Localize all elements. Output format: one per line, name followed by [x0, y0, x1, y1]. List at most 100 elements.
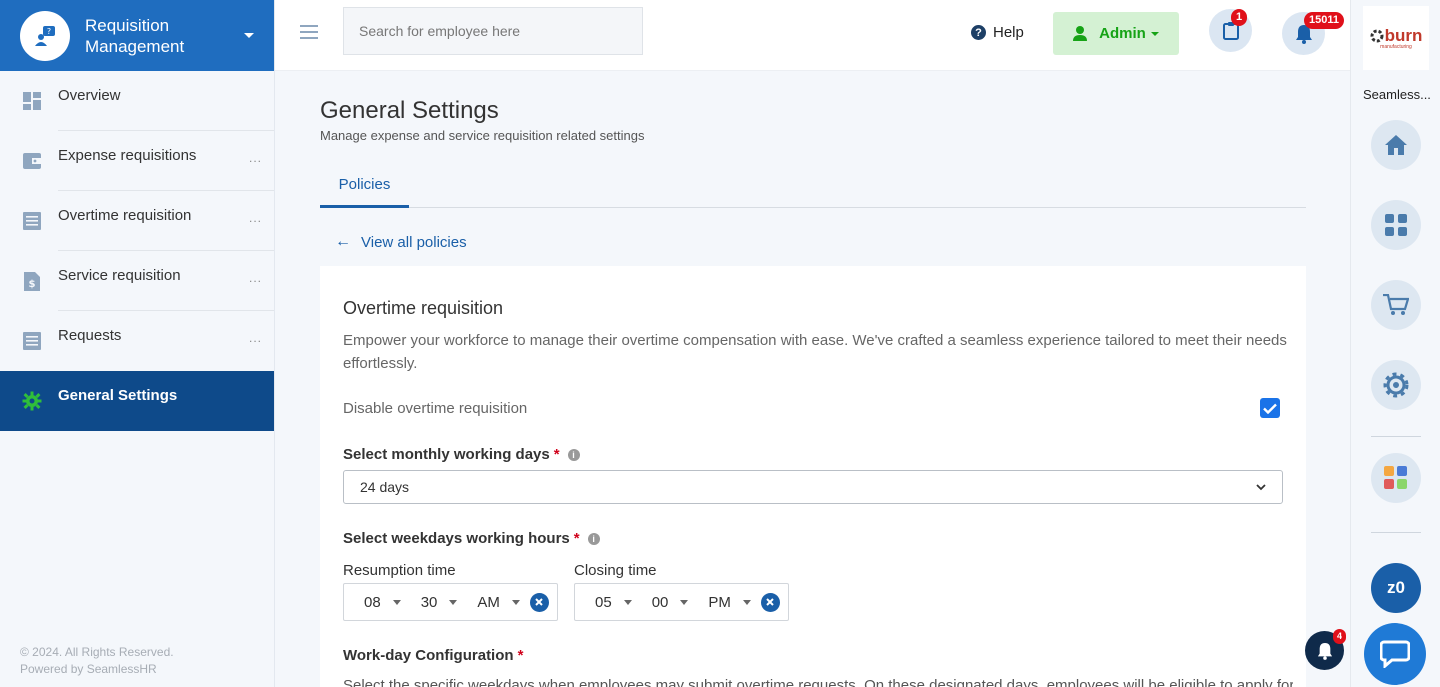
chat-button[interactable] — [1364, 623, 1426, 685]
gear-icon — [1383, 372, 1409, 398]
list-icon — [22, 211, 42, 231]
working-days-label: Select monthly working days * i — [343, 446, 580, 463]
caret-down-icon — [680, 599, 689, 605]
required-asterisk: * — [517, 647, 524, 664]
z0-assistant-button[interactable]: z0 — [1371, 563, 1421, 613]
caret-down-icon — [742, 599, 751, 605]
sidebar: ? Requisition Management Overview Expens… — [0, 0, 275, 687]
cart-icon — [1383, 294, 1409, 315]
working-days-label-text: Select monthly working days — [343, 446, 550, 463]
clipboard-badge: 1 — [1231, 9, 1248, 26]
close-icon — [535, 598, 544, 606]
module-switcher[interactable]: ? Requisition Management — [0, 0, 274, 71]
chevron-down-icon — [1256, 483, 1266, 490]
apps-button[interactable] — [1371, 200, 1421, 250]
sidebar-item-label: Expense requisitions — [58, 147, 197, 164]
more-icon[interactable]: ... — [249, 271, 262, 285]
required-asterisk: * — [573, 530, 580, 547]
settings-button[interactable] — [1371, 360, 1421, 410]
sidebar-item-label: Requests — [58, 327, 122, 344]
dashboard-icon — [22, 91, 42, 111]
hour-value: 05 — [595, 593, 612, 611]
sidebar-item-overtime-requisition[interactable]: Overtime requisition ... — [0, 191, 274, 251]
divider — [1371, 436, 1421, 437]
workday-config-description: Select the specific weekdays when employ… — [343, 677, 1293, 687]
chat-bubble-icon — [1380, 640, 1410, 668]
sidebar-item-service-requisition[interactable]: $ Service requisition ... — [0, 251, 274, 311]
bell-icon — [1317, 642, 1332, 660]
admin-role-dropdown[interactable]: Admin — [1053, 12, 1179, 55]
footer: © 2024. All Rights Reserved. Powered by … — [20, 644, 174, 678]
card-title: Overtime requisition — [343, 298, 504, 318]
sidebar-item-requests[interactable]: Requests ... — [0, 311, 274, 371]
resumption-ampm-select[interactable]: AM — [477, 594, 520, 611]
info-icon[interactable]: i — [587, 532, 600, 545]
sidebar-item-label: General Settings — [58, 387, 178, 404]
caret-down-icon — [511, 599, 520, 605]
resumption-minute-select[interactable]: 30 — [421, 594, 458, 611]
search-input[interactable] — [343, 7, 643, 55]
hamburger-menu-icon[interactable] — [300, 25, 318, 39]
cog-logo-icon — [1370, 29, 1384, 43]
closing-ampm-select[interactable]: PM — [708, 594, 751, 611]
dollar-document-icon: $ — [22, 271, 42, 291]
main-content: General Settings Manage expense and serv… — [275, 71, 1350, 687]
sidebar-item-label: Overtime requisition — [58, 207, 192, 224]
sidebar-item-label: Service requisition — [58, 267, 181, 284]
help-button[interactable]: ? Help — [971, 24, 1024, 41]
floating-notifications-badge: 4 — [1333, 629, 1347, 644]
caret-down-icon — [449, 599, 458, 605]
company-name: Seamless... — [1363, 87, 1431, 102]
sidebar-item-overview[interactable]: Overview — [0, 71, 274, 131]
tab-bar: Policies — [320, 166, 1306, 208]
resumption-time-label: Resumption time — [343, 562, 456, 579]
clear-resumption-button[interactable] — [529, 592, 549, 612]
closing-time-picker: 05 00 PM — [574, 583, 789, 621]
powered-by-text: Powered by SeamlessHR — [20, 662, 157, 676]
hour-value: 08 — [364, 593, 381, 611]
ampm-value: PM — [708, 593, 731, 611]
list-icon — [22, 331, 42, 351]
working-hours-label-text: Select weekdays working hours — [343, 530, 570, 547]
checkmark-icon — [1263, 403, 1277, 414]
home-icon — [1385, 135, 1407, 155]
svg-text:$: $ — [29, 279, 36, 290]
company-logo[interactable]: burn manufacturing — [1363, 6, 1429, 70]
card-description: Empower your workforce to manage their o… — [343, 332, 1287, 372]
question-circle-icon: ? — [971, 25, 986, 40]
sidebar-item-expense-requisitions[interactable]: Expense requisitions ... — [0, 131, 274, 191]
module-title: Requisition Management — [85, 15, 185, 56]
chevron-down-icon — [1150, 31, 1159, 36]
notifications-badge: 15011 — [1304, 12, 1344, 29]
page-title: General Settings — [320, 97, 499, 124]
disable-overtime-label: Disable overtime requisition — [343, 400, 528, 417]
user-icon — [1073, 26, 1088, 41]
closing-hour-select[interactable]: 05 — [595, 594, 632, 611]
closing-minute-select[interactable]: 00 — [652, 594, 689, 611]
marketplace-button[interactable] — [1371, 280, 1421, 330]
more-apps-button[interactable] — [1371, 453, 1421, 503]
more-icon[interactable]: ... — [249, 151, 262, 165]
sidebar-item-general-settings[interactable]: General Settings — [0, 371, 274, 431]
minute-value: 00 — [651, 593, 669, 611]
logo-text: burn — [1384, 26, 1423, 45]
tab-policies[interactable]: Policies — [320, 166, 409, 208]
resumption-time-picker: 08 30 AM — [343, 583, 558, 621]
topbar: ? Help Admin 1 15011 — [275, 0, 1350, 71]
clear-closing-button[interactable] — [760, 592, 780, 612]
disable-overtime-checkbox[interactable] — [1260, 398, 1280, 418]
workday-config-label-text: Work-day Configuration — [343, 647, 514, 664]
info-icon[interactable]: i — [567, 448, 580, 461]
more-icon[interactable]: ... — [249, 211, 262, 225]
resumption-hour-select[interactable]: 08 — [364, 594, 401, 611]
view-all-policies-link[interactable]: ← View all policies — [335, 233, 467, 251]
working-days-select[interactable]: 24 days — [343, 470, 1283, 504]
working-hours-label: Select weekdays working hours * i — [343, 530, 600, 547]
home-button[interactable] — [1371, 120, 1421, 170]
sidebar-item-label: Overview — [58, 87, 121, 104]
required-asterisk: * — [553, 446, 560, 463]
caret-down-icon — [392, 599, 401, 605]
more-icon[interactable]: ... — [249, 331, 262, 345]
grid-icon — [1385, 214, 1407, 236]
closing-time-label: Closing time — [574, 562, 657, 579]
